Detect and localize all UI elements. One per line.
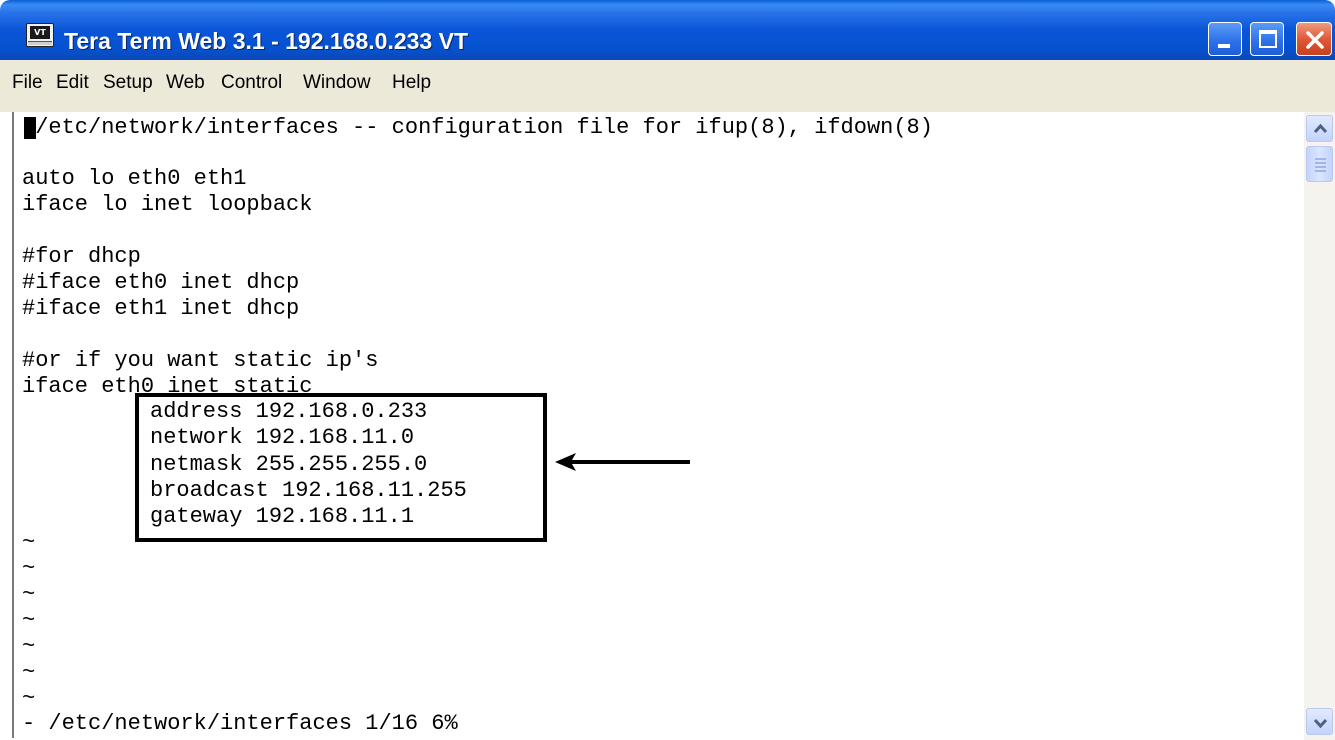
close-icon bbox=[1306, 31, 1324, 49]
tilde-line: ~ bbox=[22, 582, 36, 607]
config-broadcast: broadcast 192.168.11.255 bbox=[150, 478, 467, 503]
tilde-line: ~ bbox=[22, 608, 36, 633]
scroll-up-button[interactable] bbox=[1306, 115, 1333, 142]
grip-icon bbox=[1315, 158, 1326, 172]
terminal-line: #for dhcp bbox=[22, 244, 141, 269]
menu-help[interactable]: Help bbox=[392, 72, 431, 94]
title-bar[interactable]: VT Tera Term Web 3.1 - 192.168.0.233 VT bbox=[0, 0, 1335, 60]
close-button[interactable] bbox=[1296, 22, 1332, 56]
terminal-line: /etc/network/interfaces -- configuration… bbox=[22, 115, 933, 140]
menu-setup[interactable]: Setup bbox=[103, 72, 153, 94]
config-address: address 192.168.0.233 bbox=[150, 399, 428, 424]
terminal-line: #or if you want static ip's bbox=[22, 348, 379, 373]
tera-term-window: VT Tera Term Web 3.1 - 192.168.0.233 VT … bbox=[0, 0, 1335, 740]
app-icon-label: VT bbox=[30, 26, 50, 39]
minimize-icon bbox=[1218, 44, 1230, 48]
status-line: - /etc/network/interfaces 1/16 6% bbox=[22, 711, 458, 736]
maximize-icon bbox=[1259, 30, 1277, 48]
maximize-button[interactable] bbox=[1250, 22, 1284, 56]
app-icon-base bbox=[28, 41, 52, 45]
window-title: Tera Term Web 3.1 - 192.168.0.233 VT bbox=[64, 28, 468, 54]
arrow-left-icon bbox=[555, 453, 690, 471]
menu-file[interactable]: File bbox=[12, 72, 43, 94]
scroll-down-button[interactable] bbox=[1306, 708, 1333, 735]
tilde-line: ~ bbox=[22, 660, 36, 685]
terminal-app-icon[interactable]: VT bbox=[26, 23, 54, 47]
terminal-line: #iface eth0 inet dhcp bbox=[22, 270, 300, 295]
config-network: network 192.168.11.0 bbox=[150, 425, 415, 450]
terminal-line: iface lo inet loopback bbox=[22, 192, 313, 217]
menu-control[interactable]: Control bbox=[221, 72, 282, 94]
tilde-line: ~ bbox=[22, 530, 36, 555]
terminal-line: auto lo eth0 eth1 bbox=[22, 166, 247, 191]
menu-window[interactable]: Window bbox=[303, 72, 371, 94]
config-netmask: netmask 255.255.255.0 bbox=[150, 452, 428, 477]
tilde-line: ~ bbox=[22, 686, 36, 711]
tilde-line: ~ bbox=[22, 556, 36, 581]
tilde-line: ~ bbox=[22, 634, 36, 659]
terminal-line: #iface eth1 inet dhcp bbox=[22, 296, 300, 321]
scroll-thumb[interactable] bbox=[1306, 146, 1333, 182]
chevron-down-icon bbox=[1313, 718, 1328, 729]
chevron-up-icon bbox=[1313, 123, 1328, 134]
minimize-button[interactable] bbox=[1208, 22, 1242, 56]
menu-edit[interactable]: Edit bbox=[56, 72, 89, 94]
vertical-scrollbar[interactable] bbox=[1304, 112, 1335, 740]
config-gateway: gateway 192.168.11.1 bbox=[150, 504, 415, 529]
menu-web[interactable]: Web bbox=[166, 72, 205, 94]
